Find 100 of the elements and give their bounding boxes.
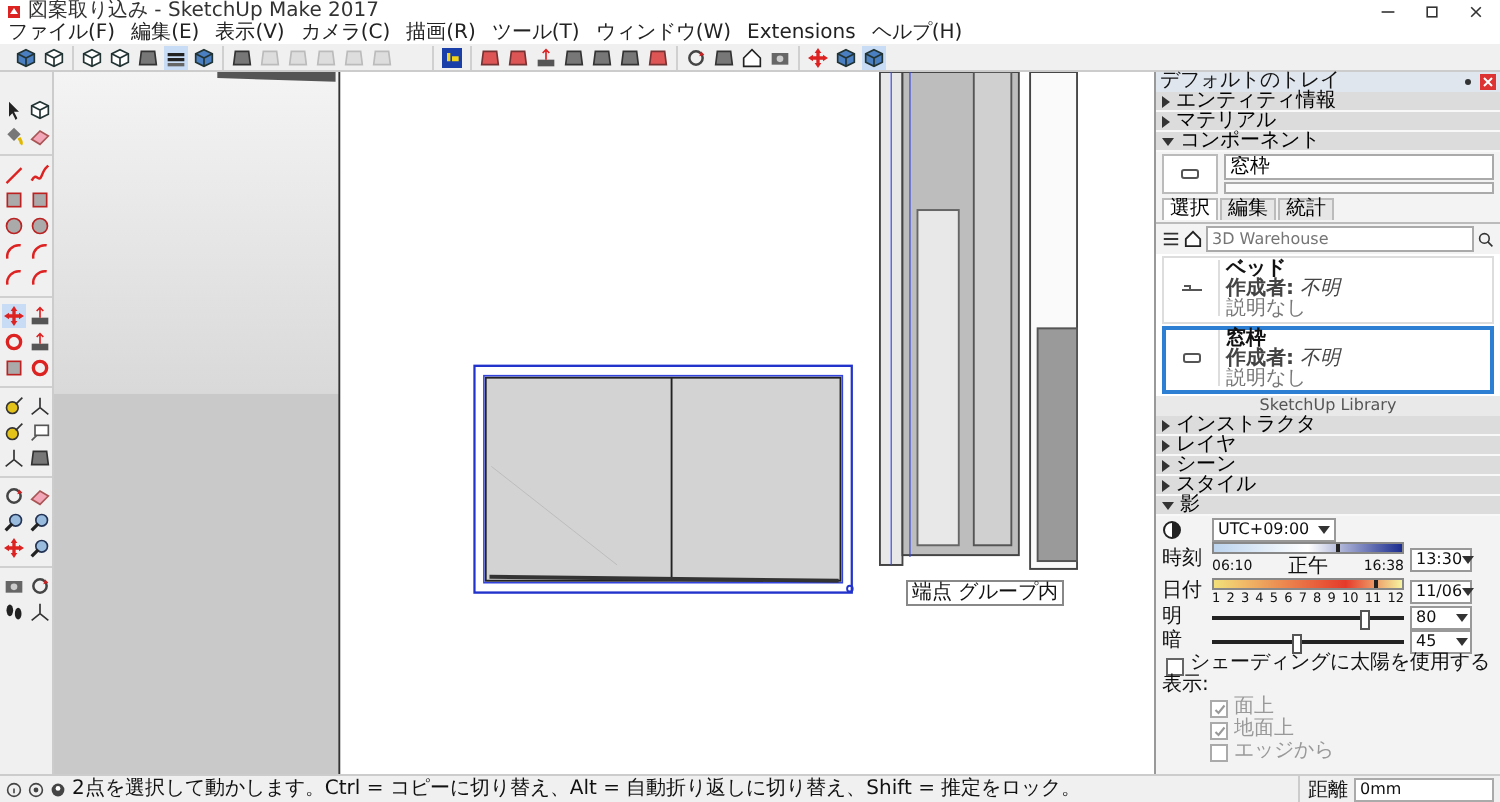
- component-item[interactable]: ベッド 作成者: 不明 説明なし: [1162, 256, 1494, 324]
- cube-icon: [16, 47, 36, 67]
- item-description: 説明なし: [1226, 300, 1308, 320]
- slider[interactable]: [1212, 632, 1404, 652]
- tool-button[interactable]: [28, 600, 52, 624]
- search-icon[interactable]: [1478, 231, 1494, 247]
- timezone-dropdown[interactable]: UTC+09:00: [1212, 518, 1336, 542]
- tab[interactable]: 編集: [1220, 198, 1276, 220]
- tool-button[interactable]: [28, 536, 52, 560]
- tool-button[interactable]: [136, 45, 160, 69]
- tool-button[interactable]: [2, 446, 26, 470]
- tool-button[interactable]: [28, 304, 52, 328]
- tool-button[interactable]: [28, 394, 52, 418]
- time-slider[interactable]: [1212, 542, 1404, 554]
- slider-thumb[interactable]: [1336, 544, 1341, 552]
- credit-icon[interactable]: [28, 781, 44, 797]
- tool-button[interactable]: [192, 45, 216, 69]
- block-icon: [30, 448, 50, 468]
- menu-item[interactable]: Extensions: [747, 22, 856, 44]
- date-dropdown[interactable]: 11/06: [1410, 580, 1472, 604]
- tool-button[interactable]: [14, 45, 38, 69]
- tool-button[interactable]: [618, 45, 642, 69]
- field-label: 明: [1162, 608, 1184, 628]
- menu-item[interactable]: 表示(V): [215, 22, 285, 44]
- tool-button[interactable]: [740, 45, 764, 69]
- tool-button[interactable]: [646, 45, 670, 69]
- field-label: 日付: [1162, 582, 1204, 602]
- tool-button[interactable]: [712, 45, 736, 69]
- house-icon[interactable]: [1184, 230, 1202, 248]
- pin-icon[interactable]: [1462, 76, 1474, 88]
- section-header[interactable]: インストラクタ: [1156, 416, 1500, 436]
- tool-button[interactable]: [28, 574, 52, 598]
- slider-thumb[interactable]: [1292, 634, 1303, 654]
- maximize-icon[interactable]: [1424, 3, 1440, 19]
- menu-item[interactable]: ヘルプ(H): [871, 22, 963, 44]
- square-icon: [30, 190, 50, 210]
- sun-shadow-icon: [1162, 520, 1182, 540]
- search-field[interactable]: 3D Warehouse: [1206, 226, 1474, 252]
- menu-item[interactable]: ツール(T): [491, 22, 580, 44]
- tool-button[interactable]: [28, 510, 52, 534]
- square-icon: [4, 190, 24, 210]
- user-icon[interactable]: [50, 781, 66, 797]
- tool-button[interactable]: [2, 510, 26, 534]
- section-header[interactable]: エンティティ情報: [1156, 92, 1500, 112]
- measurement-field[interactable]: 0mm: [1354, 777, 1494, 801]
- checkbox[interactable]: [1166, 658, 1184, 676]
- description-field[interactable]: [1224, 182, 1494, 194]
- menu-item[interactable]: 描画(R): [406, 22, 476, 44]
- tool-button[interactable]: [28, 330, 52, 354]
- section-header[interactable]: 影: [1156, 496, 1500, 516]
- tool-button[interactable]: [834, 45, 858, 69]
- section-header[interactable]: レイヤ: [1156, 436, 1500, 456]
- tool-button[interactable]: [862, 45, 886, 69]
- tool-button[interactable]: [2, 420, 26, 444]
- tool-button[interactable]: [478, 45, 502, 69]
- menu-item[interactable]: カメラ(C): [300, 22, 391, 44]
- section-header[interactable]: コンポーネント: [1156, 132, 1500, 152]
- menu-item[interactable]: ウィンドウ(W): [595, 22, 732, 44]
- close-icon[interactable]: [1468, 3, 1484, 19]
- freehand-icon: [30, 164, 50, 184]
- tool-button[interactable]: [684, 45, 708, 69]
- menu-item[interactable]: 編集(E): [131, 22, 200, 44]
- tool-button[interactable]: [28, 98, 52, 122]
- number-spinner[interactable]: 80: [1410, 606, 1472, 630]
- tab[interactable]: 選択: [1162, 198, 1218, 220]
- menu-item[interactable]: ファイル(F): [8, 22, 116, 44]
- tool-button[interactable]: [506, 45, 530, 69]
- viewport-canvas[interactable]: 端点 グループ内: [54, 72, 1156, 774]
- house-icon: [742, 47, 762, 67]
- tool-button[interactable]: [2, 394, 26, 418]
- tool-button[interactable]: [28, 446, 52, 470]
- tool-button[interactable]: [590, 45, 614, 69]
- tool-button[interactable]: [164, 45, 188, 69]
- tool-button[interactable]: [80, 45, 104, 69]
- date-slider[interactable]: [1212, 578, 1404, 590]
- tool-button[interactable]: [2, 600, 26, 624]
- view-options-icon[interactable]: [1162, 230, 1180, 248]
- tool-button[interactable]: [108, 45, 132, 69]
- component-icon: [1180, 168, 1200, 180]
- section-header[interactable]: スタイル: [1156, 476, 1500, 496]
- number-spinner[interactable]: 45: [1410, 630, 1472, 654]
- tab[interactable]: 統計: [1278, 198, 1334, 220]
- tool-button[interactable]: [28, 420, 52, 444]
- section-header[interactable]: マテリアル: [1156, 112, 1500, 132]
- block-icon: [138, 47, 158, 67]
- tool-button[interactable]: [534, 45, 558, 69]
- slider-thumb[interactable]: [1373, 580, 1378, 588]
- tool-button[interactable]: [562, 45, 586, 69]
- info-icon[interactable]: [6, 781, 22, 797]
- time-spinner[interactable]: 13:30: [1410, 548, 1472, 572]
- section-header[interactable]: シーン: [1156, 456, 1500, 476]
- tool-button[interactable]: [42, 45, 66, 69]
- tool-button[interactable]: [2, 484, 26, 508]
- eraser-icon: [30, 486, 50, 506]
- cube-icon: [836, 47, 856, 67]
- tool-button[interactable]: [440, 45, 464, 69]
- slider[interactable]: [1212, 608, 1404, 628]
- item-author: 作成者: 不明: [1226, 280, 1341, 300]
- slider-thumb[interactable]: [1359, 610, 1370, 630]
- tool-button[interactable]: [230, 45, 254, 69]
